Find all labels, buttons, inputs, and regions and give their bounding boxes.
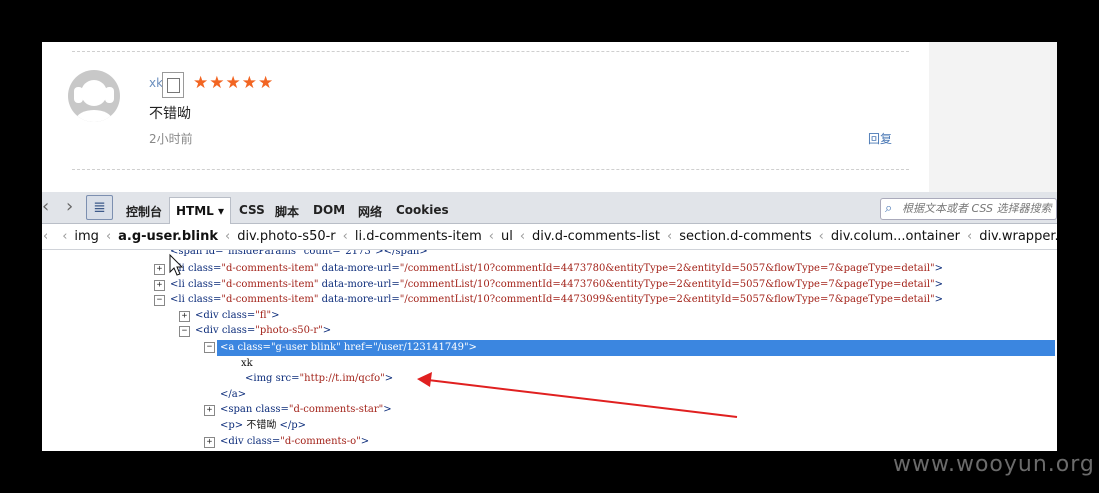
annotation-arrow bbox=[169, 253, 738, 418]
arrow-line bbox=[427, 379, 738, 418]
arrow-head bbox=[417, 372, 432, 387]
mouse-cursor-icon bbox=[169, 253, 184, 276]
watermark: www.wooyun.org bbox=[893, 452, 1095, 477]
